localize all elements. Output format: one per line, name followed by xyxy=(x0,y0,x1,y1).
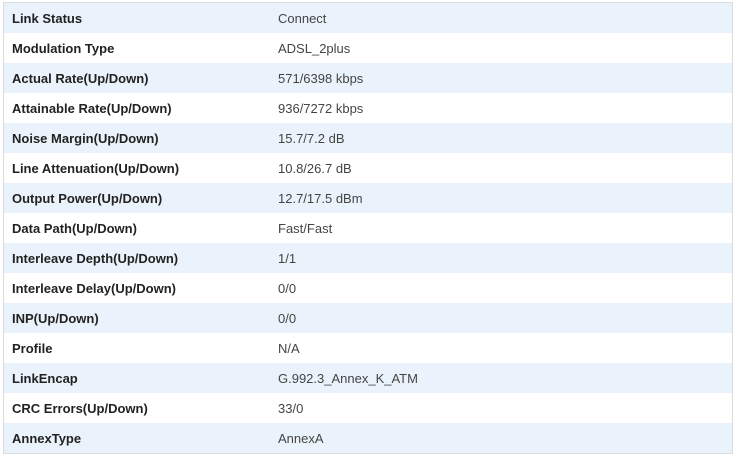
row-label: INP(Up/Down) xyxy=(12,310,99,326)
row-label: LinkEncap xyxy=(12,370,78,386)
row-value: AnnexA xyxy=(278,430,324,446)
row-value: 33/0 xyxy=(278,400,304,416)
row-label: Line Attenuation(Up/Down) xyxy=(12,160,180,176)
table-row-line-attenuation: Line Attenuation(Up/Down) 10.8/26.7 dB xyxy=(4,153,732,183)
table-row-inp: INP(Up/Down) 0/0 xyxy=(4,303,732,333)
table-row-attainable-rate: Attainable Rate(Up/Down) 936/7272 kbps xyxy=(4,93,732,123)
row-value: N/A xyxy=(278,340,300,356)
row-value: 0/0 xyxy=(278,280,297,296)
row-label: Output Power(Up/Down) xyxy=(12,190,163,206)
row-label: CRC Errors(Up/Down) xyxy=(12,400,148,416)
row-label: AnnexType xyxy=(12,430,82,446)
row-label: Interleave Delay(Up/Down) xyxy=(12,280,176,296)
table-row-annex-type: AnnexType AnnexA xyxy=(4,423,732,453)
table-row-profile: Profile N/A xyxy=(4,333,732,363)
row-value: 10.8/26.7 dB xyxy=(278,160,352,176)
row-value: 1/1 xyxy=(278,250,297,266)
row-value: 571/6398 kbps xyxy=(278,70,364,86)
row-value: 936/7272 kbps xyxy=(278,100,364,116)
table-row-interleave-delay: Interleave Delay(Up/Down) 0/0 xyxy=(4,273,732,303)
table-row-data-path: Data Path(Up/Down) Fast/Fast xyxy=(4,213,732,243)
table-row-actual-rate: Actual Rate(Up/Down) 571/6398 kbps xyxy=(4,63,732,93)
row-label: Attainable Rate(Up/Down) xyxy=(12,100,172,116)
row-label: Interleave Depth(Up/Down) xyxy=(12,250,179,266)
row-label: Data Path(Up/Down) xyxy=(12,220,137,236)
row-value: Connect xyxy=(278,10,327,26)
table-row-link-status: Link Status Connect xyxy=(4,3,732,33)
row-label: Actual Rate(Up/Down) xyxy=(12,70,149,86)
dsl-status-table: Link Status Connect Modulation Type ADSL… xyxy=(3,2,733,454)
row-label: Link Status xyxy=(12,10,83,26)
row-value: G.992.3_Annex_K_ATM xyxy=(278,370,418,386)
row-label: Noise Margin(Up/Down) xyxy=(12,130,159,146)
row-value: Fast/Fast xyxy=(278,220,333,236)
row-label: Modulation Type xyxy=(12,40,115,56)
row-value: 12.7/17.5 dBm xyxy=(278,190,363,206)
table-row-crc-errors: CRC Errors(Up/Down) 33/0 xyxy=(4,393,732,423)
row-label: Profile xyxy=(12,340,53,356)
table-row-output-power: Output Power(Up/Down) 12.7/17.5 dBm xyxy=(4,183,732,213)
row-value: 0/0 xyxy=(278,310,297,326)
table-row-noise-margin: Noise Margin(Up/Down) 15.7/7.2 dB xyxy=(4,123,732,153)
row-value: 15.7/7.2 dB xyxy=(278,130,345,146)
table-row-link-encap: LinkEncap G.992.3_Annex_K_ATM xyxy=(4,363,732,393)
row-value: ADSL_2plus xyxy=(278,40,351,56)
table-row-modulation-type: Modulation Type ADSL_2plus xyxy=(4,33,732,63)
table-row-interleave-depth: Interleave Depth(Up/Down) 1/1 xyxy=(4,243,732,273)
